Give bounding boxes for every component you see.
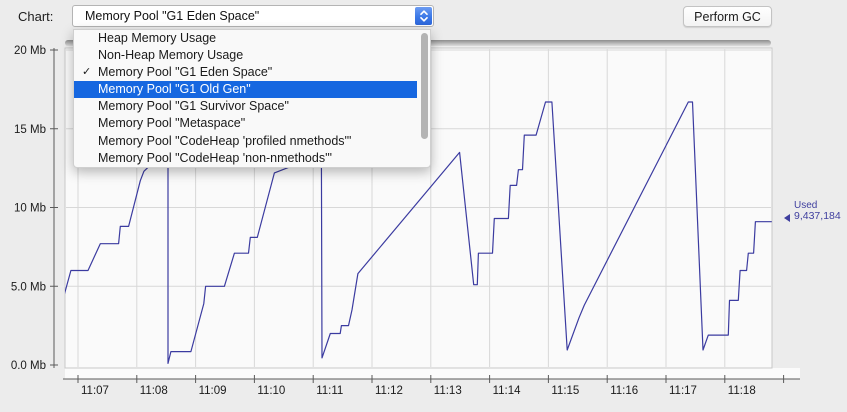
menu-item-g1-eden-space[interactable]: ✓ Memory Pool "G1 Eden Space": [74, 64, 430, 81]
checkmark-icon: ✓: [82, 64, 91, 81]
x-axis-tick-label: 11:09: [199, 385, 227, 397]
axis-margin-strip: [65, 368, 800, 379]
left-arrow-icon: [784, 214, 790, 222]
memory-monitor-window: Chart: Memory Pool "G1 Eden Space" Perfo…: [0, 0, 847, 412]
menu-scrollbar-thumb[interactable]: [421, 33, 428, 139]
x-axis-tick-label: 11:17: [669, 385, 697, 397]
x-axis-tick-label: 11:12: [375, 385, 403, 397]
menu-item-g1-survivor-space[interactable]: Memory Pool "G1 Survivor Space": [74, 98, 430, 115]
x-axis-tick-label: 11:15: [551, 385, 579, 397]
y-axis-tick-label: 0.0 Mb: [11, 360, 46, 372]
x-axis-tick-label: 11:18: [728, 385, 756, 397]
menu-item-codeheap-non-nmethods[interactable]: Memory Pool "CodeHeap 'non-nmethods'": [74, 150, 430, 167]
x-axis-tick-label: 11:07: [81, 385, 109, 397]
y-axis-tick-label: 5.0 Mb: [11, 281, 46, 293]
x-axis-tick-label: 11:08: [140, 385, 168, 397]
x-axis-tick-label: 11:14: [493, 385, 522, 397]
menu-item-metaspace[interactable]: Memory Pool "Metaspace": [74, 115, 430, 132]
used-value-marker: Used 9,437,184: [784, 200, 847, 222]
menu-item-codeheap-profiled-nmethods[interactable]: Memory Pool "CodeHeap 'profiled nmethods…: [74, 133, 430, 150]
menu-item-heap-memory-usage[interactable]: Heap Memory Usage: [74, 30, 430, 47]
x-axis-tick-label: 11:16: [610, 385, 638, 397]
x-axis-tick-label: 11:11: [316, 385, 343, 397]
menu-item-g1-old-gen[interactable]: Memory Pool "G1 Old Gen": [74, 81, 417, 98]
chart-pool-menu: Heap Memory Usage Non-Heap Memory Usage …: [73, 29, 431, 168]
menu-item-non-heap-memory-usage[interactable]: Non-Heap Memory Usage: [74, 47, 430, 64]
x-axis-tick-label: 11:13: [434, 385, 462, 397]
y-axis-tick-label: 20 Mb: [14, 45, 46, 57]
y-axis-tick-label: 10 Mb: [14, 203, 46, 215]
used-marker-value: 9,437,184: [794, 211, 847, 222]
y-axis-tick-label: 15 Mb: [14, 124, 46, 136]
x-axis-tick-label: 11:10: [257, 385, 285, 397]
